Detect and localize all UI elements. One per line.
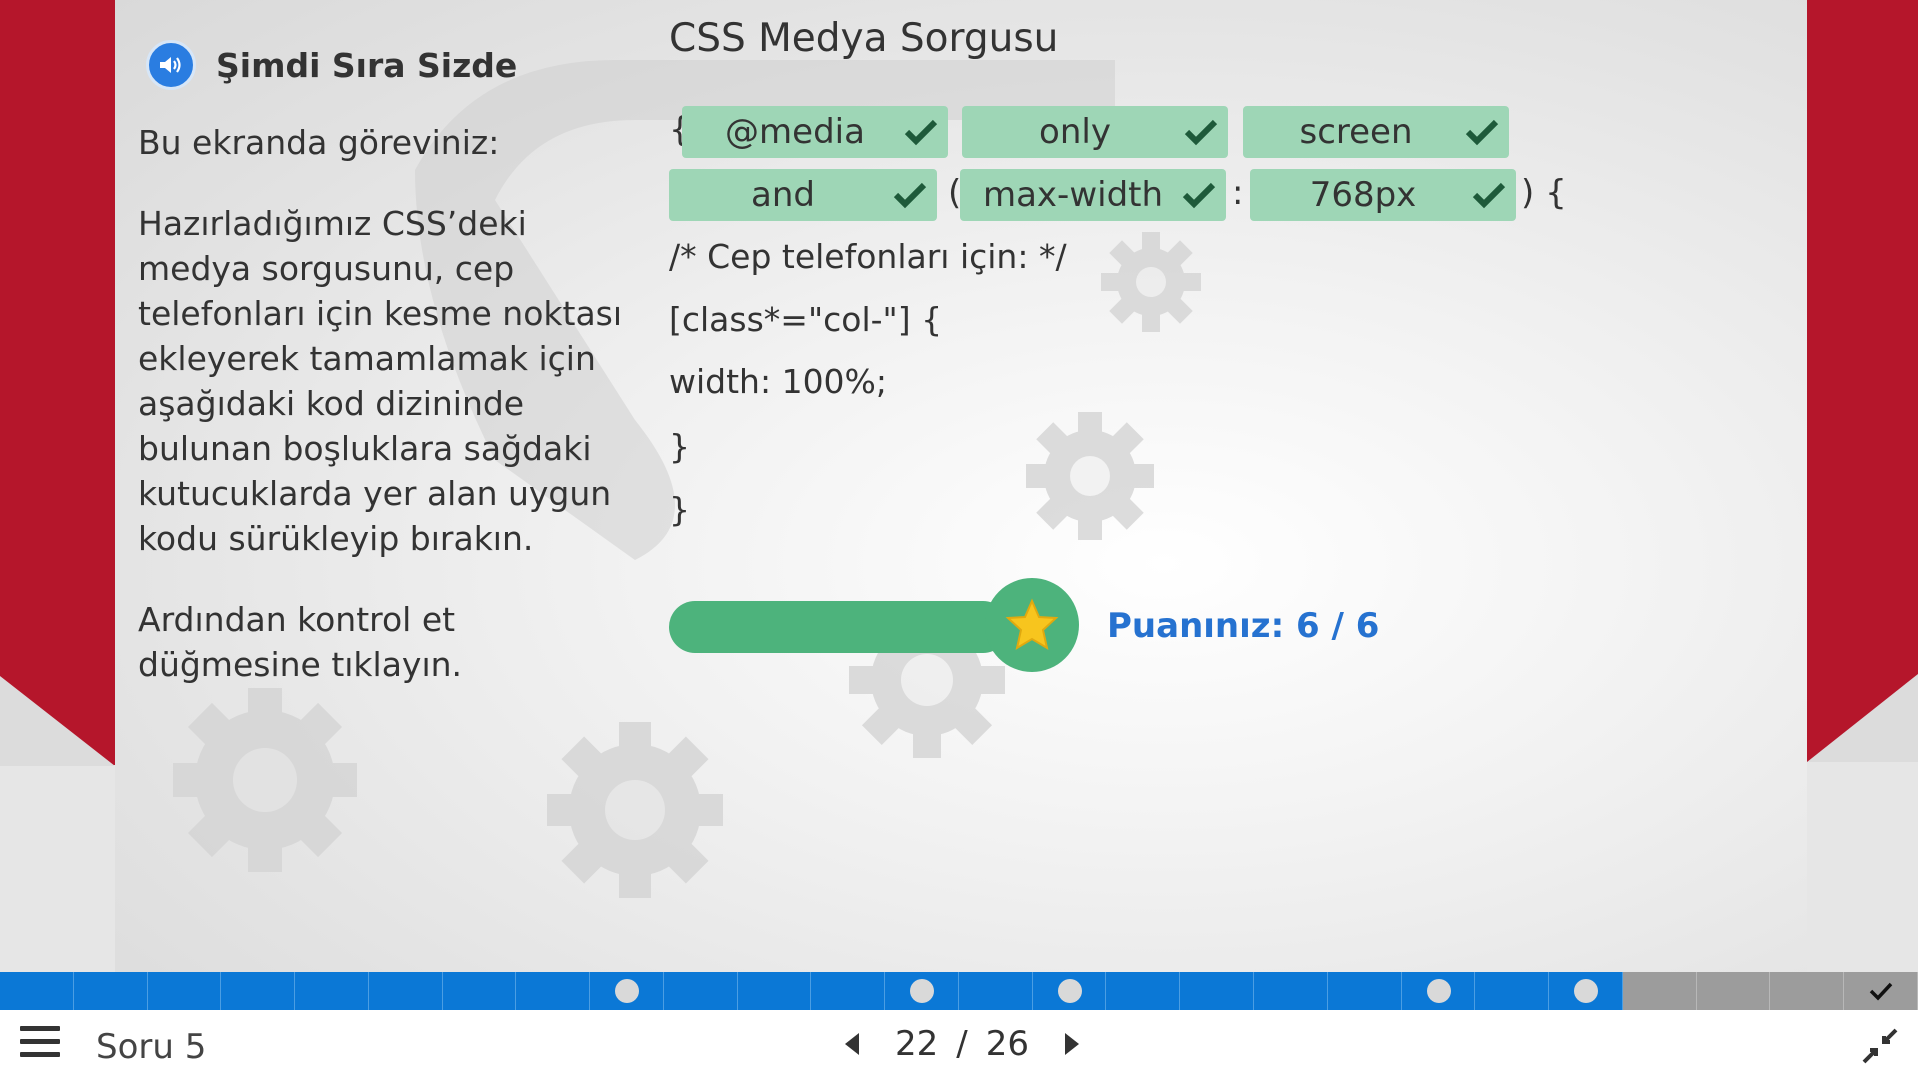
slide-navigation-bar[interactable] — [0, 972, 1918, 1010]
total-pages: 26 — [985, 1024, 1029, 1064]
code-line: width: 100%; — [669, 362, 888, 401]
nav-segment[interactable] — [1696, 972, 1771, 1010]
score-star-badge — [985, 578, 1079, 672]
nav-segment[interactable] — [221, 972, 296, 1010]
nav-segment[interactable] — [1180, 972, 1255, 1010]
score-progress-bar — [669, 601, 1009, 653]
nav-visited-dot — [1574, 979, 1599, 1003]
check-icon — [1182, 182, 1216, 209]
menu-icon[interactable] — [20, 1026, 60, 1062]
code-line: /* Cep telefonları için: */ — [669, 237, 1067, 276]
nav-segment[interactable] — [1475, 972, 1550, 1010]
nav-visited-dot — [910, 979, 935, 1003]
nav-visited-dot — [1426, 979, 1451, 1003]
drop-chip-only[interactable]: only — [962, 106, 1228, 158]
nav-segment[interactable] — [1033, 972, 1107, 1010]
check-icon — [1869, 982, 1892, 1001]
ribbon-right-fold — [1807, 674, 1918, 762]
code-line: } — [669, 490, 690, 529]
drop-chip-max-width[interactable]: max-width — [960, 169, 1226, 221]
drop-chip-and[interactable]: and — [669, 169, 937, 221]
left-title: Şimdi Sıra Sizde — [216, 45, 518, 85]
check-icon — [1472, 182, 1506, 209]
nav-segment[interactable] — [443, 972, 517, 1010]
code-title: CSS Medya Sorgusu — [669, 16, 1059, 61]
task-text: Hazırladığımız CSS’deki medya sorgusunu,… — [138, 204, 623, 558]
instructions-panel: Bu ekranda göreviniz: Hazırladığımız CSS… — [138, 120, 638, 723]
next-page-button[interactable] — [1065, 1033, 1079, 1055]
nav-visited-dot — [1057, 979, 1082, 1003]
nav-segment[interactable] — [1549, 972, 1623, 1010]
nav-segment[interactable] — [0, 972, 74, 1010]
score-label: Puanınız: 6 / 6 — [1107, 606, 1380, 646]
drop-chip-768px[interactable]: 768px — [1250, 169, 1516, 221]
slide-stage: Şimdi Sıra Sizde Bu ekranda göreviniz: H… — [0, 0, 1918, 972]
current-page: 22 — [895, 1024, 939, 1064]
nav-segment[interactable] — [1770, 972, 1845, 1010]
colon: : — [1232, 173, 1244, 213]
check-icon — [1465, 119, 1499, 146]
nav-segment[interactable] — [295, 972, 369, 1010]
intro-text: Bu ekranda göreviniz: — [138, 123, 500, 162]
nav-segment[interactable] — [74, 972, 148, 1010]
nav-segment[interactable] — [1844, 972, 1918, 1010]
nav-segment[interactable] — [516, 972, 591, 1010]
nav-segment[interactable] — [148, 972, 222, 1010]
code-line: [class*="col-"] { — [669, 300, 943, 339]
nav-segment[interactable] — [1254, 972, 1328, 1010]
close-paren-brace: ) { — [1521, 173, 1567, 213]
nav-segment[interactable] — [1622, 972, 1697, 1010]
left-header: Şimdi Sıra Sizde — [146, 40, 517, 90]
section-label: Soru 5 — [96, 1027, 207, 1067]
ribbon-left — [0, 0, 115, 765]
prev-page-button[interactable] — [845, 1033, 859, 1055]
code-line: } — [669, 427, 690, 466]
player-footer: Soru 5 22 / 26 — [0, 1010, 1918, 1078]
speaker-icon[interactable] — [146, 40, 196, 90]
nav-segment[interactable] — [1106, 972, 1181, 1010]
nav-segment[interactable] — [885, 972, 959, 1010]
page-separator: / — [956, 1024, 968, 1064]
nav-visited-dot — [615, 979, 640, 1003]
ribbon-left-fold — [0, 676, 115, 766]
nav-segment[interactable] — [959, 972, 1033, 1010]
drop-chip-screen[interactable]: screen — [1243, 106, 1509, 158]
nav-segment[interactable] — [1328, 972, 1402, 1010]
nav-segment[interactable] — [811, 972, 886, 1010]
check-icon — [904, 119, 938, 146]
nav-segment[interactable] — [664, 972, 738, 1010]
check-icon — [1184, 119, 1218, 146]
nav-segment[interactable] — [590, 972, 664, 1010]
star-icon — [1005, 598, 1059, 651]
exit-fullscreen-icon[interactable] — [1860, 1026, 1900, 1066]
nav-segment[interactable] — [1402, 972, 1476, 1010]
drop-chip-media[interactable]: @media — [682, 106, 948, 158]
pager: 22 / 26 — [845, 1024, 1079, 1064]
nav-segment[interactable] — [369, 972, 443, 1010]
ribbon-right — [1807, 0, 1918, 762]
check-icon — [893, 182, 927, 209]
instruction-text: Ardından kontrol et düğmesine tıklayın. — [138, 600, 463, 684]
nav-segment[interactable] — [738, 972, 812, 1010]
